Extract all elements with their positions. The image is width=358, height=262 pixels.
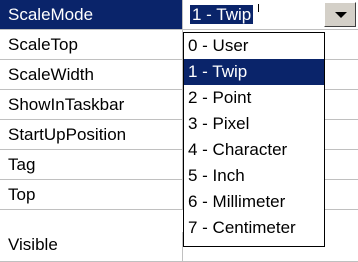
dropdown-option[interactable]: 6 - Millimeter [184, 189, 324, 215]
property-name[interactable]: Top [0, 180, 183, 209]
property-name[interactable]: Tag [0, 150, 183, 179]
property-name[interactable]: ScaleTop [0, 30, 183, 59]
dropdown-option[interactable]: 7 - Centimeter [184, 215, 324, 241]
chevron-down-icon [335, 12, 347, 18]
dropdown-option[interactable]: 2 - Point [184, 85, 324, 111]
property-name[interactable]: ScaleMode [0, 0, 183, 29]
current-value-text: 1 - Twip [190, 5, 254, 24]
property-name[interactable]: Visible [0, 232, 183, 261]
dropdown-list: 0 - User 1 - Twip 2 - Point 3 - Pixel 4 … [183, 32, 325, 247]
text-caret [258, 4, 259, 12]
property-name[interactable]: ShowInTaskbar [0, 90, 183, 119]
property-name[interactable]: StartUpPosition [0, 120, 183, 149]
dropdown-button[interactable] [324, 2, 356, 27]
property-row-scalemode[interactable]: ScaleMode 1 - Twip [0, 0, 358, 30]
dropdown-option[interactable]: 0 - User [184, 33, 324, 59]
dropdown-option[interactable]: 3 - Pixel [184, 111, 324, 137]
dropdown-option[interactable]: 1 - Twip [184, 59, 324, 85]
value-edit-box[interactable]: 1 - Twip [186, 2, 320, 27]
property-name[interactable]: ScaleWidth [0, 60, 183, 89]
dropdown-option[interactable]: 4 - Character [184, 137, 324, 163]
dropdown-option[interactable]: 5 - Inch [184, 163, 324, 189]
property-value-cell[interactable]: 1 - Twip [184, 0, 358, 29]
